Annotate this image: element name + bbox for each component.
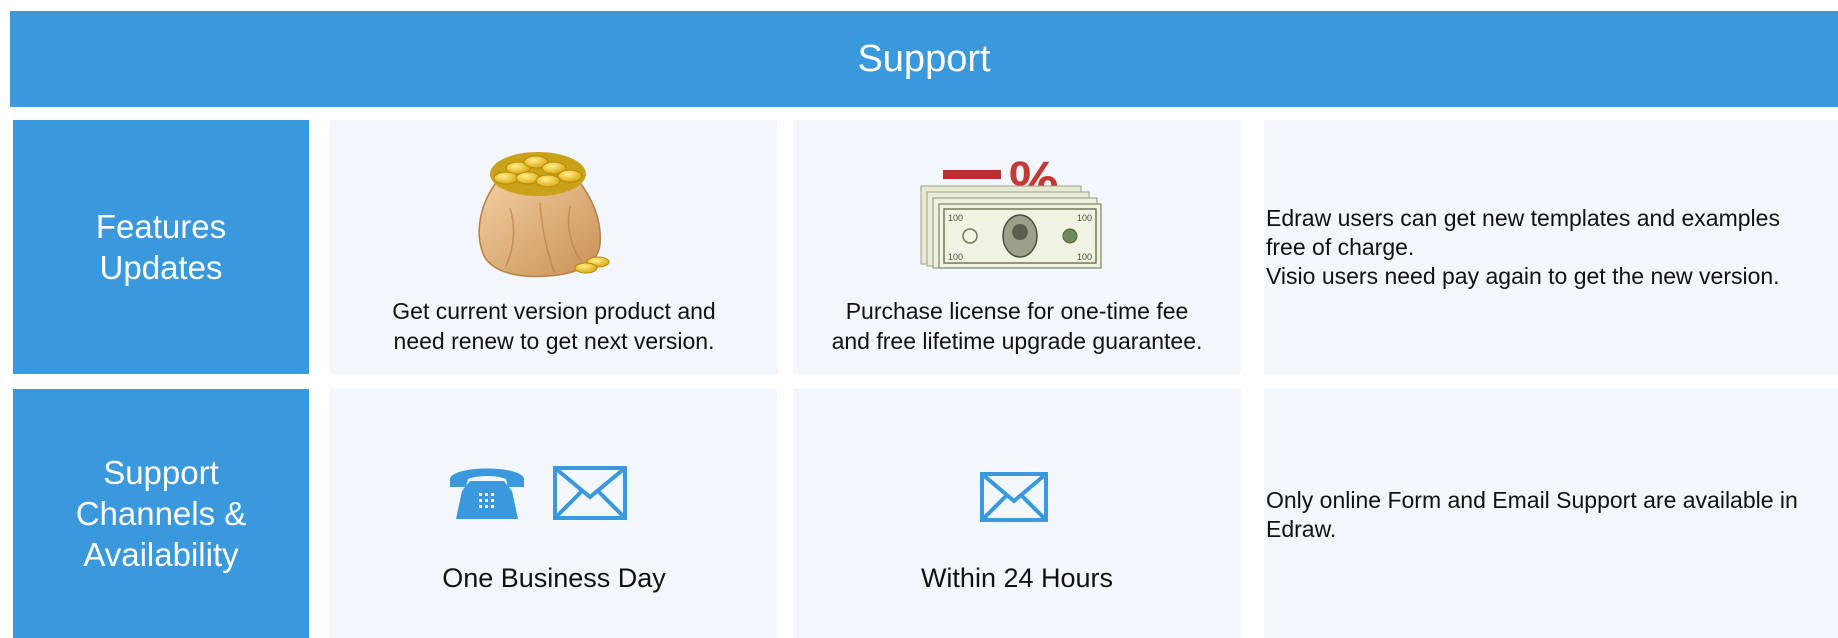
row-label-support-channels: Support Channels & Availability <box>13 389 309 638</box>
cell-note-support: Only online Form and Email Support are a… <box>1264 389 1838 638</box>
cell-caption: Within 24 Hours <box>920 563 1114 593</box>
cell-one-business-day: One Business Day <box>330 389 778 638</box>
svg-text:100: 100 <box>1077 213 1092 223</box>
svg-text:100: 100 <box>948 252 963 262</box>
row-label-line: Support <box>103 454 219 491</box>
row-label-line: Channels & <box>75 495 247 532</box>
row-label-features-updates: Features Updates <box>13 120 309 374</box>
cell-caption: One Business Day <box>442 563 666 593</box>
money-bag-icon <box>478 152 610 278</box>
envelope-icon <box>980 472 1048 522</box>
note-text: Only online Form and Email Support are a… <box>1266 487 1798 542</box>
telephone-icon <box>450 468 524 519</box>
note-text: Edraw users can get new templates and ex… <box>1266 205 1780 289</box>
discount-dollar-icon: % 100 100 100 100 <box>920 149 1102 269</box>
row-label-line: Updates <box>99 249 223 286</box>
cell-current-version: Get current version product and need ren… <box>330 120 778 374</box>
cell-note-features: Edraw users can get new templates and ex… <box>1264 120 1838 374</box>
envelope-icon <box>553 466 627 520</box>
page-title: Support <box>857 37 991 80</box>
row-label-line: Availability <box>83 536 239 573</box>
header-bar: Support <box>10 11 1838 107</box>
support-comparison: Support Features Updates Get current ver… <box>0 0 1838 638</box>
cell-within-24-hours: Within 24 Hours <box>793 389 1241 638</box>
cell-caption: Get current version product and need ren… <box>392 298 716 354</box>
cell-one-time-license: % 100 100 100 100 Purchase license for o… <box>793 120 1241 374</box>
svg-text:100: 100 <box>1077 252 1092 262</box>
svg-text:100: 100 <box>948 213 963 223</box>
cell-caption: Purchase license for one-time fee and fr… <box>831 298 1203 354</box>
row-label-line: Features <box>95 208 227 245</box>
